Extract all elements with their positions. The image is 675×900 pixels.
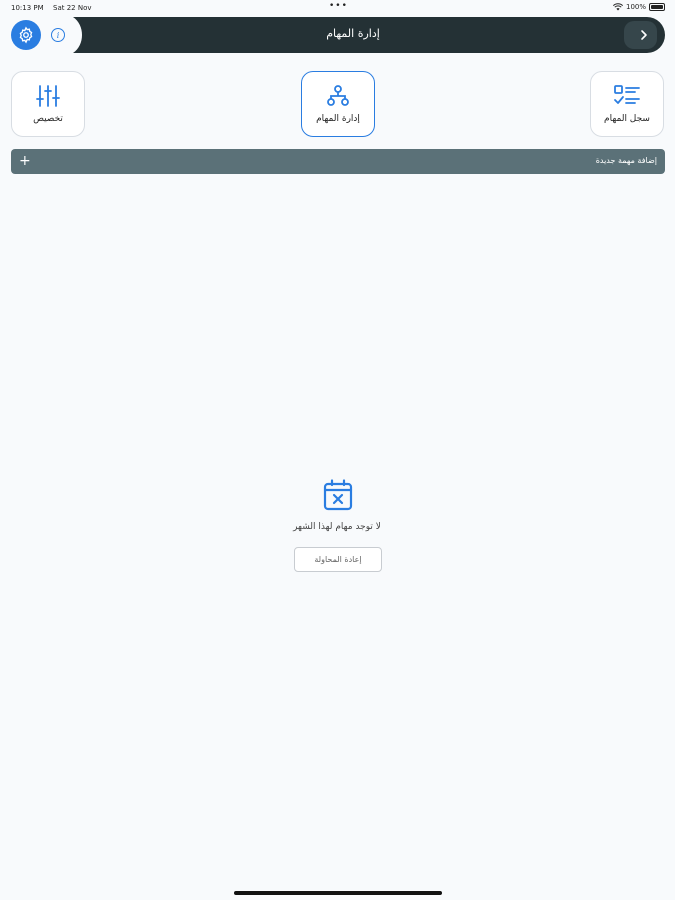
tile-task-management[interactable]: إدارة المهام	[301, 71, 375, 137]
task-management-screen: 10:13 PM Sat 22 Nov ••• 100% i إدارة الم…	[0, 0, 675, 900]
plus-icon: +	[19, 153, 31, 169]
status-date: Sat 22 Nov	[53, 4, 92, 12]
gear-icon	[19, 26, 33, 44]
info-button[interactable]: i	[51, 28, 65, 42]
status-time: 10:13 PM	[11, 4, 44, 12]
retry-button[interactable]: إعادة المحاولة	[294, 547, 382, 572]
add-task-label: إضافة مهمة جديدة	[595, 156, 657, 165]
status-indicators: 100%	[612, 3, 665, 11]
tile-task-management-label: إدارة المهام	[316, 114, 360, 124]
home-indicator[interactable]	[234, 891, 442, 895]
add-task-bar[interactable]: + إضافة مهمة جديدة	[11, 149, 665, 174]
chevron-right-icon	[641, 30, 647, 40]
battery-percent: 100%	[625, 3, 646, 11]
header-title-bar: إدارة المهام	[73, 17, 665, 53]
tile-customize[interactable]: تخصيص	[11, 71, 85, 137]
tile-customize-label: تخصيص	[33, 114, 63, 124]
empty-state-message: لا توجد مهام لهذا الشهر	[293, 522, 381, 532]
wifi-icon	[612, 3, 623, 11]
multitasking-dots[interactable]: •••	[329, 1, 348, 11]
tile-task-log[interactable]: سجل المهام	[590, 71, 664, 137]
calendar-x-icon	[323, 479, 353, 511]
status-bar: 10:13 PM Sat 22 Nov ••• 100%	[0, 0, 675, 16]
tile-task-log-label: سجل المهام	[604, 114, 650, 124]
hierarchy-icon	[327, 85, 349, 106]
back-button[interactable]	[631, 23, 657, 47]
sliders-icon	[36, 85, 60, 107]
info-icon: i	[56, 30, 60, 40]
checklist-icon	[614, 85, 640, 104]
settings-button[interactable]	[11, 20, 41, 50]
battery-icon	[649, 3, 665, 11]
page-title: إدارة المهام	[326, 27, 380, 40]
